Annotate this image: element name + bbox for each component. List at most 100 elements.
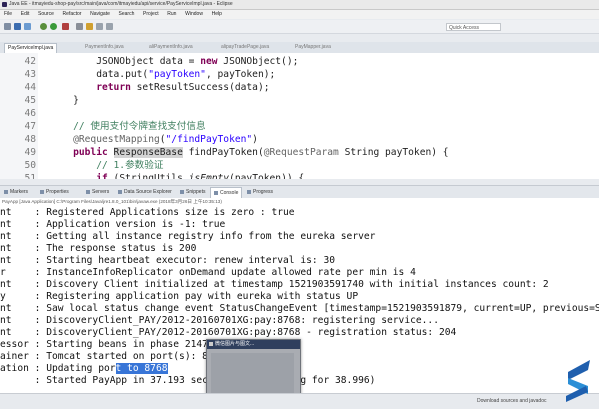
tab-alipaytradepage[interactable]: alipayTradePage.java — [218, 43, 272, 52]
progress-icon — [247, 189, 251, 194]
snippets-icon — [180, 189, 184, 194]
code-text: data.put("payToken", payToken); — [50, 69, 276, 80]
properties-icon — [40, 189, 44, 194]
tab-snippets[interactable]: Snippets — [180, 187, 205, 197]
data-source-icon — [118, 189, 122, 194]
popup-window-icon — [209, 342, 213, 346]
menu-edit[interactable]: Edit — [21, 11, 30, 17]
menu-search[interactable]: Search — [119, 11, 135, 17]
console-line: nt : Getting all instance registry info … — [0, 231, 376, 242]
console-line: nt : Registered Applications size is zer… — [0, 207, 295, 218]
menu-window[interactable]: Window — [185, 11, 203, 17]
tab-snippets-label: Snippets — [186, 189, 206, 195]
search-icon[interactable] — [76, 23, 83, 30]
menu-bar: File Edit Source Refactor Navigate Searc… — [0, 10, 599, 19]
console-line: nt : Application version is -1: true — [0, 219, 226, 230]
tab-console-label: Console — [220, 190, 239, 196]
code-text: // 1.参数验证 — [50, 160, 164, 171]
brand-logo — [566, 360, 590, 402]
code-text: return setResultSuccess(data); — [96, 82, 270, 93]
tab-data-source-label: Data Source Explorer — [124, 189, 172, 195]
tab-properties[interactable]: Properties — [40, 187, 69, 197]
tab-paymentinfo[interactable]: PaymentInfo.java — [82, 43, 127, 52]
tab-progress-label: Progress — [253, 189, 274, 195]
code-line[interactable]: 49 public ResponseBase findPayToken(@Req… — [0, 146, 599, 159]
code-text: if (StringUtils.isEmpty(payToken)) { — [96, 173, 305, 179]
line-number: 47 — [24, 121, 36, 132]
console-line: : Started PayApp in 37.193 seconds (JVM … — [0, 375, 376, 386]
menu-navigate[interactable]: Navigate — [90, 11, 110, 17]
menu-help[interactable]: Help — [212, 11, 222, 17]
console-line: r : InstanceInfoReplicator onDemand upda… — [0, 267, 416, 278]
console-description: PayApp [Java Application] C:\Program Fil… — [0, 198, 599, 206]
new-icon[interactable] — [4, 23, 11, 30]
line-number: 48 — [24, 134, 36, 145]
external-tools-icon[interactable] — [62, 23, 69, 30]
tab-servers[interactable]: Servers — [86, 187, 109, 197]
eclipse-app-icon — [2, 2, 7, 7]
console-line: nt : DiscoveryClient_PAY/2012-20160701XG… — [0, 327, 457, 338]
code-editor[interactable]: 42 JSONObject data = new JSONObject(); 43… — [0, 53, 599, 179]
debug-icon[interactable] — [40, 23, 47, 30]
code-text: public ResponseBase findPayToken(@Reques… — [73, 147, 449, 158]
status-text: Download sources and javadoc — [477, 398, 547, 404]
menu-file[interactable]: File — [4, 11, 12, 17]
save-all-icon[interactable] — [24, 23, 31, 30]
tab-properties-label: Properties — [46, 189, 69, 195]
save-icon[interactable] — [14, 23, 21, 30]
tab-servers-label: Servers — [92, 189, 110, 195]
console-line: nt : Saw local status change event Statu… — [0, 303, 599, 314]
console-line: y : Registering application pay with eur… — [0, 291, 359, 302]
code-line[interactable]: 42 JSONObject data = new JSONObject(); — [0, 55, 599, 68]
line-number: 42 — [24, 56, 36, 67]
status-bar: Download sources and javadoc — [0, 393, 599, 409]
line-number: 49 — [24, 147, 36, 158]
line-number: 46 — [24, 108, 36, 119]
tab-alipaymentinfo[interactable]: aliPaymentInfo.java — [146, 43, 196, 52]
console-line: nt : The response status is 200 — [0, 243, 197, 254]
menu-run[interactable]: Run — [167, 11, 176, 17]
code-line[interactable]: 50 // 1.参数验证 — [0, 159, 599, 172]
toolbar: Quick Access — [0, 20, 599, 34]
code-line[interactable]: 45 } — [0, 94, 599, 107]
back-icon[interactable] — [96, 23, 103, 30]
code-line[interactable]: 43 data.put("payToken", payToken); — [0, 68, 599, 81]
tab-console[interactable]: Console — [210, 187, 243, 198]
window-title: Java EE - itmayiedu-shop-pay/src/main/ja… — [9, 1, 233, 7]
tab-markers-label: Markers — [10, 189, 29, 195]
code-line[interactable]: 46 — [0, 107, 599, 120]
tab-data-source-explorer[interactable]: Data Source Explorer — [118, 187, 172, 197]
console-line: ation : Updating port to 8768 — [0, 363, 168, 374]
tab-progress[interactable]: Progress — [247, 187, 273, 197]
tab-payserviceimpl[interactable]: PayServiceImpl.java — [4, 43, 58, 53]
code-line[interactable]: 48 @RequestMapping("/findPayToken") — [0, 133, 599, 146]
window-title-bar: Java EE - itmayiedu-shop-pay/src/main/ja… — [0, 0, 599, 10]
menu-project[interactable]: Project — [143, 11, 159, 17]
line-number: 43 — [24, 69, 36, 80]
console-line: nt : Starting heartbeat executor: renew … — [0, 255, 336, 266]
menu-refactor[interactable]: Refactor — [63, 11, 82, 17]
selected-text: t to 8768 — [115, 363, 168, 374]
code-line[interactable]: 47 // 使用支付令牌查找支付信息 — [0, 120, 599, 133]
tab-markers[interactable]: Markers — [4, 187, 28, 197]
popup-title-bar[interactable]: 微信图片与图文... — [207, 340, 300, 349]
tab-paymapper[interactable]: PayMapper.java — [292, 43, 334, 52]
code-text: } — [50, 95, 79, 106]
console-line: nt : DiscoveryClient_PAY/2012-20160701XG… — [0, 315, 439, 326]
line-number: 51 — [24, 173, 36, 179]
code-line[interactable]: 51 if (StringUtils.isEmpty(payToken)) { — [0, 172, 599, 179]
quick-access-input[interactable]: Quick Access — [446, 23, 501, 31]
line-number: 44 — [24, 82, 36, 93]
code-text: @RequestMapping("/findPayToken") — [73, 134, 258, 145]
forward-icon[interactable] — [106, 23, 113, 30]
console-tab-bar: Markers Properties Servers Data Source E… — [0, 185, 599, 199]
run-icon[interactable] — [50, 23, 57, 30]
console-line: nt : Discovery Client initialized at tim… — [0, 279, 549, 290]
open-type-icon[interactable] — [86, 23, 93, 30]
code-line[interactable]: 44 return setResultSuccess(data); — [0, 81, 599, 94]
menu-source[interactable]: Source — [38, 11, 54, 17]
markers-icon — [4, 189, 8, 194]
popup-title: 微信图片与图文... — [215, 341, 255, 347]
line-number: 45 — [24, 95, 36, 106]
code-text: // 使用支付令牌查找支付信息 — [50, 121, 206, 132]
